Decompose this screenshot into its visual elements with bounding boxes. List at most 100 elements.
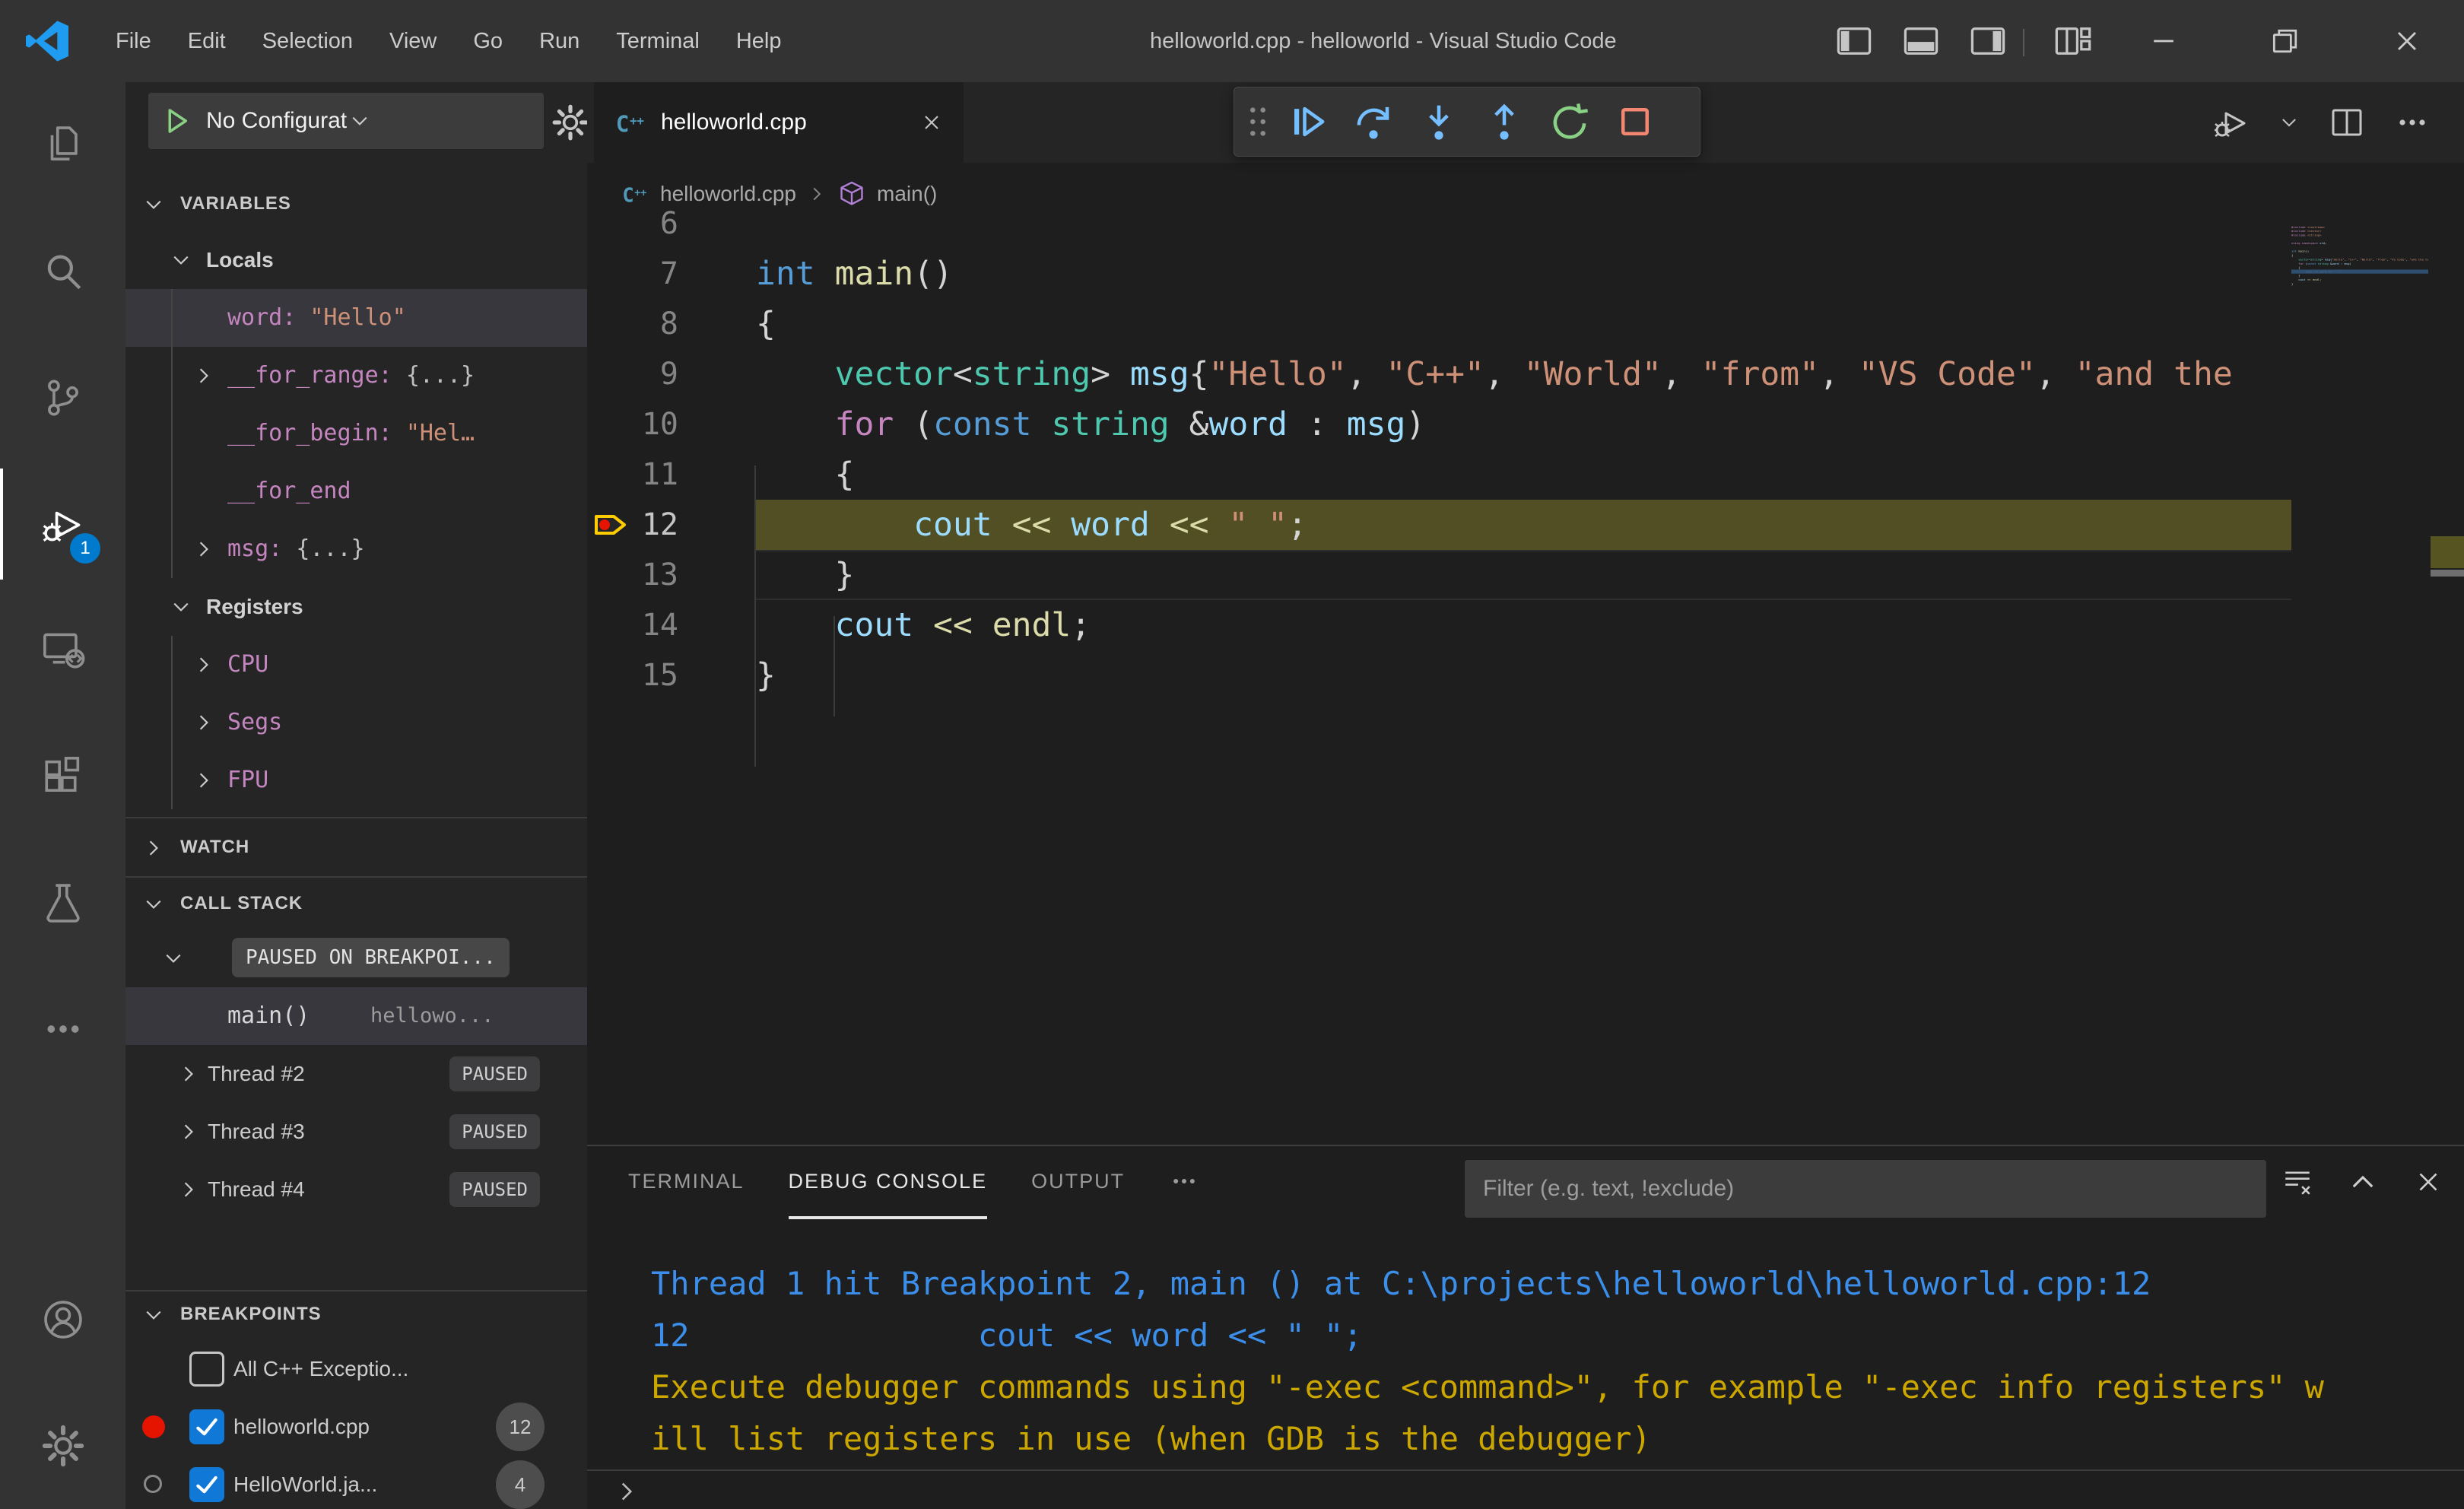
- activity-item-accounts[interactable]: [0, 1256, 125, 1383]
- menu-file[interactable]: File: [97, 0, 170, 82]
- debug-config-dropdown[interactable]: No Configurat: [148, 93, 544, 149]
- restore-icon[interactable]: [2268, 24, 2303, 58]
- panel-tab-output[interactable]: OUTPUT: [1031, 1146, 1125, 1219]
- debug-console-output[interactable]: Thread 1 hit Breakpoint 2, main () at C:…: [651, 1258, 2324, 1465]
- console-filter-input[interactable]: [1465, 1160, 2266, 1218]
- section-header-call-stack[interactable]: CALL STACK: [125, 882, 587, 925]
- menu-view[interactable]: View: [371, 0, 455, 82]
- line-number[interactable]: 13: [587, 550, 678, 600]
- code-line-15[interactable]: 15}: [587, 650, 2464, 700]
- step-into-button[interactable]: [1406, 94, 1472, 149]
- line-number[interactable]: 15: [587, 650, 678, 700]
- activity-item-source-control[interactable]: [0, 335, 125, 461]
- thread-row-4[interactable]: Thread #4 PAUSED: [125, 1161, 587, 1218]
- code-line-14[interactable]: 14 cout << endl;: [587, 600, 2464, 650]
- line-number[interactable]: 14: [587, 600, 678, 650]
- drag-grip-icon[interactable]: [1240, 97, 1275, 146]
- call-stack-session-row[interactable]: PAUSED ON BREAKPOI...: [125, 929, 587, 987]
- close-tab-icon[interactable]: [919, 110, 944, 135]
- breakpoint-checkbox[interactable]: [189, 1409, 224, 1444]
- variable-row[interactable]: msg: {...}: [125, 520, 587, 578]
- more-actions-icon[interactable]: [2394, 104, 2431, 141]
- code-token: msg: [2344, 262, 2350, 265]
- code-line-13[interactable]: 13 }: [587, 550, 2464, 600]
- line-number[interactable]: 11: [587, 450, 678, 500]
- menu-help[interactable]: Help: [718, 0, 800, 82]
- maximize-panel-icon[interactable]: [2347, 1166, 2379, 1198]
- line-number[interactable]: 6: [587, 199, 678, 249]
- breakpoint-row[interactable]: HelloWorld.ja... 4: [125, 1456, 587, 1509]
- variable-row[interactable]: Segs: [125, 694, 587, 751]
- close-panel-icon[interactable]: [2412, 1166, 2444, 1198]
- variable-row[interactable]: __for_begin: "Hel…: [125, 405, 587, 462]
- toggle-sidebar-icon[interactable]: [1834, 21, 1874, 61]
- menu-go[interactable]: Go: [455, 0, 521, 82]
- code-token: <<: [1169, 506, 1209, 544]
- restart-button[interactable]: [1537, 94, 1602, 149]
- panel-tab-debug-console[interactable]: DEBUG CONSOLE: [788, 1146, 988, 1219]
- code-editor[interactable]: 6 7 int main() 8{9 vector<string> msg{"Hell…: [587, 199, 2464, 700]
- tab-helloworld-cpp[interactable]: C ++ helloworld.cpp: [594, 82, 964, 163]
- code-line-12[interactable]: 12 cout << word << " ";: [587, 500, 2464, 550]
- line-number[interactable]: 8: [587, 299, 678, 349]
- menu-run[interactable]: Run: [521, 0, 598, 82]
- stop-button[interactable]: [1602, 94, 1668, 149]
- section-header-variables[interactable]: VARIABLES: [125, 183, 587, 225]
- thread-row-3[interactable]: Thread #3 PAUSED: [125, 1103, 587, 1161]
- toggle-secondary-sidebar-icon[interactable]: [1968, 21, 2008, 61]
- start-debug-icon[interactable]: [160, 105, 192, 137]
- code-line-10[interactable]: 10 for (const string &word : msg): [587, 399, 2464, 450]
- activity-item-additional-views[interactable]: [0, 966, 125, 1092]
- code-line-7[interactable]: 7 int main(): [587, 249, 2464, 299]
- thread-row-2[interactable]: Thread #2 PAUSED: [125, 1045, 587, 1103]
- section-header-breakpoints[interactable]: BREAKPOINTS: [125, 1293, 587, 1336]
- panel-tab-terminal[interactable]: TERMINAL: [628, 1146, 745, 1219]
- step-over-button[interactable]: [1341, 94, 1406, 149]
- customize-layout-icon[interactable]: [2053, 21, 2093, 61]
- more-panel-views[interactable]: [1169, 1146, 1199, 1219]
- stack-frame-row[interactable]: main() hellowo...: [125, 987, 587, 1045]
- minimap[interactable]: #include <iostream> #include <vector> #inc…: [2291, 225, 2428, 453]
- line-number[interactable]: 10: [587, 399, 678, 450]
- clear-console-icon[interactable]: [2281, 1166, 2313, 1198]
- activity-item-explorer[interactable]: [0, 82, 125, 208]
- menu-selection[interactable]: Selection: [244, 0, 371, 82]
- step-out-button[interactable]: [1472, 94, 1537, 149]
- section-header-watch[interactable]: WATCH: [125, 826, 587, 869]
- variable-row[interactable]: FPU: [125, 751, 587, 809]
- variable-row[interactable]: __for_end: [125, 462, 587, 520]
- breakpoint-row[interactable]: helloworld.cpp 12: [125, 1398, 587, 1456]
- code-line-11[interactable]: 11 {: [587, 450, 2464, 500]
- variable-row[interactable]: __for_range: {...}: [125, 347, 587, 405]
- minimize-icon[interactable]: [2146, 24, 2181, 58]
- line-number[interactable]: 12: [587, 500, 678, 550]
- activity-item-testing[interactable]: [0, 840, 125, 966]
- code-line-6[interactable]: 6: [587, 199, 2464, 249]
- debug-settings-gear-icon[interactable]: [551, 103, 587, 141]
- continue-button[interactable]: [1275, 94, 1341, 149]
- code-line-9[interactable]: 9 vector<string> msg{"Hello", "C++", "Wo…: [587, 349, 2464, 399]
- chevron-down-icon[interactable]: [2278, 112, 2300, 133]
- breakpoint-checkbox[interactable]: [189, 1352, 224, 1387]
- code-line-8[interactable]: 8{: [587, 299, 2464, 349]
- scope-row-locals[interactable]: Locals: [125, 231, 587, 289]
- activity-item-manage[interactable]: [0, 1383, 125, 1509]
- debug-run-icon[interactable]: [2213, 104, 2250, 141]
- step-over-icon: [1353, 101, 1394, 142]
- breakpoint-checkbox[interactable]: [189, 1467, 224, 1502]
- line-number[interactable]: 9: [587, 349, 678, 399]
- toggle-panel-icon[interactable]: [1901, 21, 1941, 61]
- line-number[interactable]: 7: [587, 249, 678, 299]
- split-editor-icon[interactable]: [2329, 104, 2365, 141]
- menu-terminal[interactable]: Terminal: [598, 0, 718, 82]
- variable-row[interactable]: CPU: [125, 636, 587, 694]
- scope-row-registers[interactable]: Registers: [125, 578, 587, 636]
- menu-edit[interactable]: Edit: [170, 0, 244, 82]
- activity-item-extensions[interactable]: [0, 713, 125, 840]
- breakpoint-row[interactable]: All C++ Exceptio...: [125, 1340, 587, 1398]
- activity-item-remote-explorer[interactable]: [0, 587, 125, 713]
- activity-item-search[interactable]: [0, 208, 125, 335]
- variable-row[interactable]: word: "Hello": [125, 289, 587, 347]
- activity-item-run-and-debug[interactable]: 1: [0, 461, 125, 587]
- close-window-icon[interactable]: [2389, 24, 2424, 58]
